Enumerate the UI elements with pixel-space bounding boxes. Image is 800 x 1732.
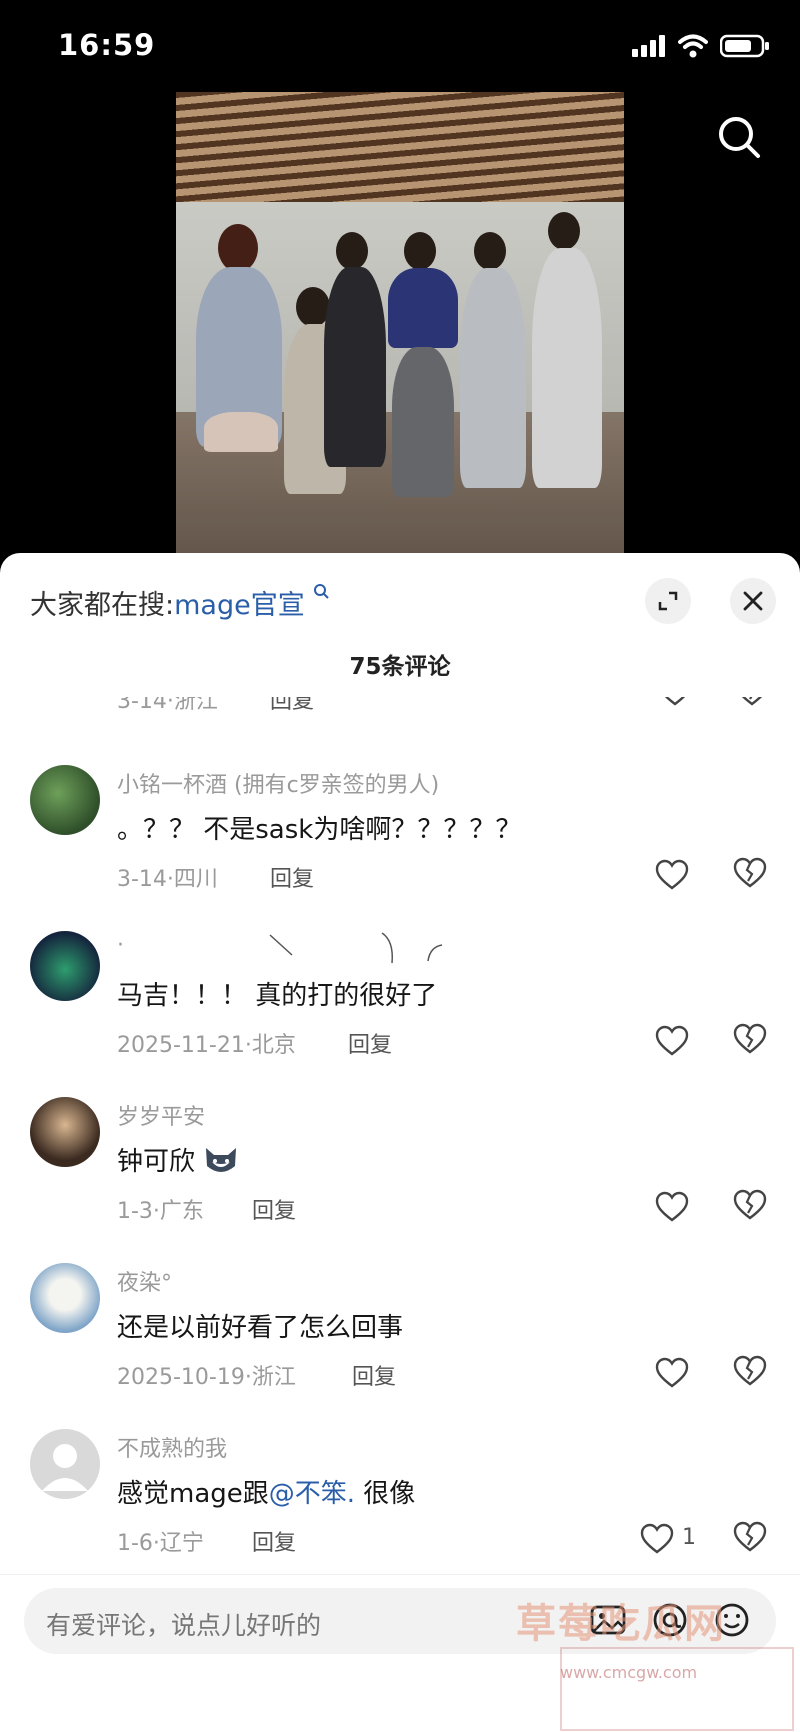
dislike-heart-icon — [733, 1189, 767, 1220]
comment-input-bar: 有爱评论，说点儿好听的 草莓吃瓜网 www.cmcgw.com — [0, 1574, 800, 1732]
expand-button[interactable] — [645, 578, 691, 624]
comment-username[interactable]: · — [117, 933, 124, 958]
heart-icon — [655, 1191, 689, 1222]
avatar[interactable] — [30, 1263, 100, 1333]
dislike-heart-icon — [733, 1023, 767, 1054]
comment-item: 小铭一杯酒 (拥有c罗亲签的男人) 。？？ 不是sask为啥啊？？？？？ 3-1… — [0, 765, 800, 925]
comment-text: 还是以前好看了怎么回事 — [117, 1313, 404, 1343]
comment-username[interactable]: 岁岁平安 — [117, 1099, 205, 1131]
video-overlay — [176, 92, 624, 554]
search-icon — [719, 117, 760, 158]
heart-icon[interactable] — [658, 697, 692, 707]
dislike-button[interactable] — [733, 1355, 773, 1391]
dislike-heart-icon — [733, 1521, 767, 1552]
like-count: 1 — [682, 1525, 696, 1550]
cat-emoji-icon — [206, 1148, 237, 1172]
heart-icon — [640, 1523, 674, 1554]
search-button[interactable] — [712, 110, 768, 166]
video-frame[interactable] — [176, 92, 624, 554]
like-button[interactable] — [640, 1521, 680, 1557]
comment-username[interactable]: 不成熟的我 — [117, 1431, 227, 1463]
comment-input-placeholder: 有爱评论，说点儿好听的 — [46, 1611, 322, 1640]
user-mention[interactable]: @不笨. — [269, 1479, 355, 1509]
reply-button[interactable]: 回复 — [352, 1359, 396, 1391]
comment-panel: 大家都在搜:mage官宣 75条评论 3-14·浙江 回复 小铭一杯酒 (拥有c… — [0, 553, 800, 1731]
comment-text-content: 钟可欣 — [117, 1147, 196, 1177]
comment-meta: 1-3·广东 — [117, 1199, 204, 1224]
partial-comment-row: 3-14·浙江 回复 — [0, 697, 800, 737]
heart-icon — [655, 859, 689, 890]
status-bar: 16:59 — [0, 0, 800, 100]
comment-meta: 3-14·浙江 — [117, 697, 218, 714]
search-icon — [314, 584, 330, 599]
watermark-url: www.cmcgw.com — [560, 1663, 698, 1682]
reply-button[interactable]: 回复 — [252, 1193, 296, 1225]
comment-text: 。？？ 不是sask为啥啊？？？？？ — [117, 815, 522, 845]
comment-count-title: 75条评论 — [349, 654, 451, 680]
comment-meta: 2025-11-21·北京 — [117, 1033, 296, 1058]
comment-text-before: 感觉mage跟 — [117, 1479, 269, 1509]
reply-button[interactable]: 回复 — [348, 1027, 392, 1059]
default-avatar-icon — [42, 1444, 88, 1491]
comment-text: 马吉！！！ 真的打的很好了 — [117, 981, 438, 1011]
watermark-text: 草莓吃瓜网 — [516, 1601, 726, 1647]
comment-text: 感觉mage跟@不笨. 很像 — [117, 1473, 415, 1510]
reply-button[interactable]: 回复 — [270, 697, 314, 715]
comment-text: 钟可欣 — [117, 1141, 239, 1178]
dislike-button[interactable] — [733, 1521, 773, 1557]
comment-item: 岁岁平安 钟可欣 1-3·广东 回复 — [0, 1097, 800, 1257]
like-button[interactable] — [655, 1023, 695, 1059]
like-button[interactable] — [655, 857, 695, 893]
comment-item: 不成熟的我 感觉mage跟@不笨. 很像 1-6·辽宁 回复 1 — [0, 1429, 800, 1589]
avatar[interactable] — [30, 1097, 100, 1167]
close-button[interactable] — [730, 578, 776, 624]
comment-meta: 2025-10-19·浙江 — [117, 1365, 296, 1390]
avatar[interactable] — [30, 931, 100, 1001]
dislike-heart-icon — [733, 857, 767, 888]
reply-button[interactable]: 回复 — [270, 861, 314, 893]
comment-meta: 3-14·四川 — [117, 867, 218, 892]
battery-icon — [720, 34, 769, 58]
reply-button[interactable]: 回复 — [252, 1525, 296, 1557]
dislike-heart-icon — [733, 1355, 767, 1386]
dislike-button[interactable] — [733, 1023, 773, 1059]
status-time: 16:59 — [58, 28, 156, 62]
avatar[interactable] — [30, 1429, 100, 1499]
trending-prefix: 大家都在搜: — [30, 590, 175, 621]
comment-meta: 1-6·辽宁 — [117, 1531, 204, 1556]
trending-keyword[interactable]: mage官宣 — [174, 590, 305, 621]
dislike-button[interactable] — [733, 857, 773, 893]
signal-icon — [632, 35, 665, 57]
heart-icon — [655, 1025, 689, 1056]
close-icon — [743, 591, 763, 611]
comment-username[interactable]: 夜染° — [117, 1265, 172, 1297]
heart-icon — [655, 1357, 689, 1388]
status-icons — [632, 34, 770, 58]
comment-item: 夜染° 还是以前好看了怎么回事 2025-10-19·浙江 回复 — [0, 1263, 800, 1423]
trending-search[interactable]: 大家都在搜:mage官宣 — [30, 583, 331, 622]
dislike-heart-icon[interactable] — [735, 697, 769, 707]
like-button[interactable] — [655, 1355, 695, 1391]
watermark-logo — [560, 1647, 794, 1731]
comment-username[interactable]: 小铭一杯酒 (拥有c罗亲签的男人) — [117, 767, 439, 799]
avatar[interactable] — [30, 765, 100, 835]
dislike-button[interactable] — [733, 1189, 773, 1225]
expand-icon — [658, 591, 678, 611]
comment-text-after: 很像 — [355, 1479, 416, 1509]
name-decoration-icon — [269, 932, 443, 964]
like-button[interactable] — [655, 1189, 695, 1225]
wifi-icon — [678, 34, 708, 58]
comment-item: · 马吉！！！ 真的打的很好了 2025-11-21·北京 回复 — [0, 931, 800, 1091]
